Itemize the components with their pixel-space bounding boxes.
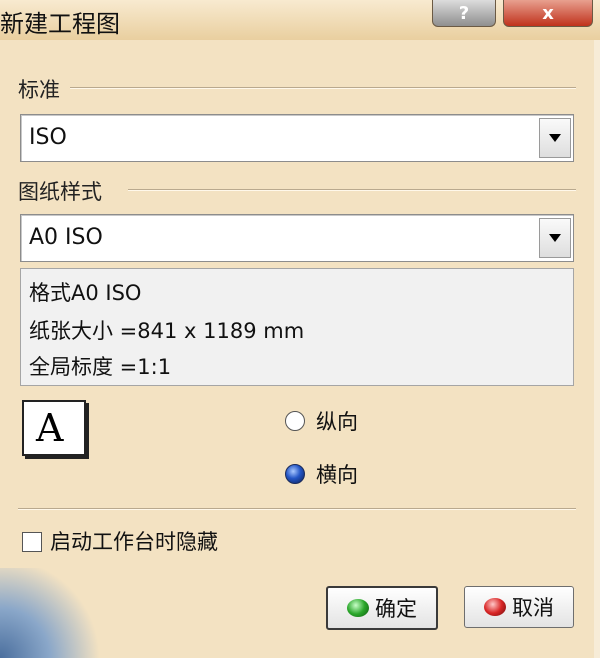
sheet-format-text: 格式A0 ISO (29, 281, 142, 305)
landscape-label[interactable]: 横向 (316, 459, 358, 489)
sheet-style-label: 图纸样式 (18, 180, 102, 204)
title-bar: 新建工程图 ? x (0, 0, 600, 41)
hide-on-start-checkbox[interactable] (22, 532, 42, 552)
ok-button-label: 确定 (375, 597, 417, 621)
sheet-scale-text: 全局标度 =1:1 (29, 355, 172, 379)
sheet-style-divider (128, 189, 576, 191)
hide-on-start-label[interactable]: 启动工作台时隐藏 (50, 526, 218, 556)
close-button[interactable]: x (503, 0, 593, 27)
sheet-paper-size-text: 纸张大小 =841 x 1189 mm (29, 319, 305, 343)
help-button[interactable]: ? (432, 0, 496, 27)
chevron-down-icon[interactable] (539, 118, 571, 158)
sheet-style-select-value: A0 ISO (29, 225, 103, 250)
standard-select-value: ISO (29, 125, 67, 150)
sheet-style-select[interactable]: A0 ISO (20, 214, 574, 262)
landscape-radio[interactable] (285, 464, 305, 484)
cancel-button[interactable]: 取消 (464, 586, 574, 628)
portrait-label[interactable]: 纵向 (316, 406, 358, 436)
standard-label: 标准 (18, 78, 60, 102)
ok-icon (347, 599, 369, 617)
background-art (0, 568, 110, 658)
ok-button[interactable]: 确定 (326, 586, 438, 630)
standard-select[interactable]: ISO (20, 114, 574, 162)
cancel-icon (484, 598, 506, 616)
orientation-letter: A (36, 406, 64, 450)
window-title: 新建工程图 (0, 10, 120, 38)
help-icon: ? (458, 2, 470, 24)
page-orientation-icon: A (22, 400, 86, 456)
options-divider (18, 508, 576, 510)
standard-divider (70, 87, 576, 89)
new-drawing-dialog: 标准 ISO 图纸样式 A0 ISO 格式A0 ISO 纸张大小 =841 x … (0, 40, 600, 658)
cancel-button-label: 取消 (512, 596, 554, 620)
sheet-info-panel: 格式A0 ISO 纸张大小 =841 x 1189 mm 全局标度 =1:1 (20, 268, 574, 386)
close-icon: x (542, 2, 554, 24)
chevron-down-icon[interactable] (539, 218, 571, 258)
portrait-radio[interactable] (285, 411, 305, 431)
